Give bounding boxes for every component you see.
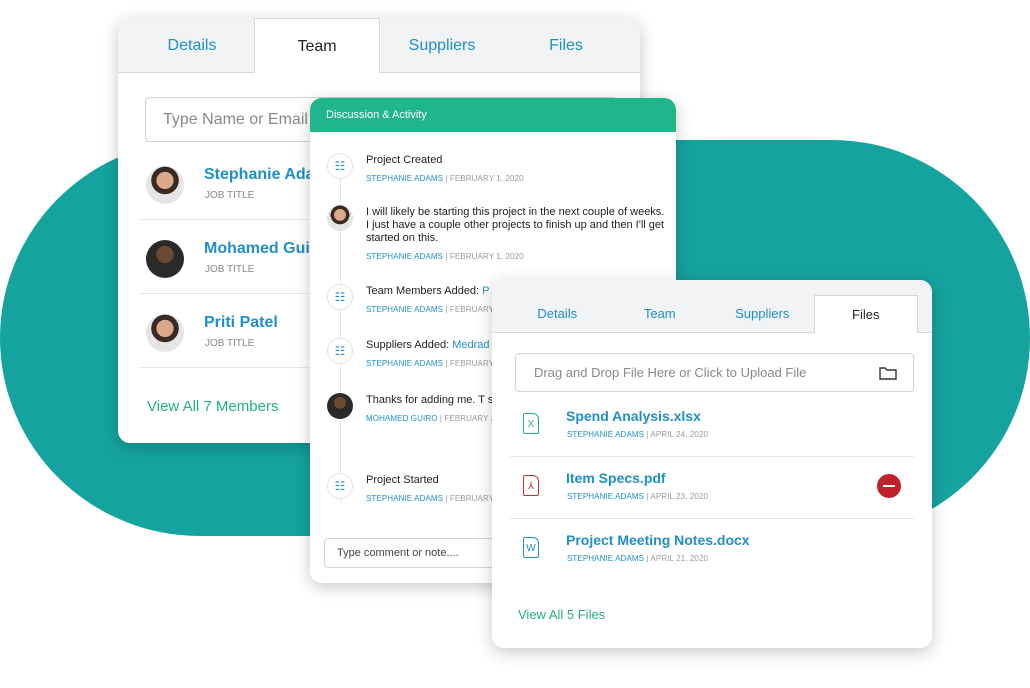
tab-files[interactable]: Files (813, 295, 918, 333)
tab-details[interactable]: Details (130, 18, 254, 72)
file-type-letter: X (527, 419, 535, 430)
meta-separator: | (443, 494, 450, 503)
file-date: APRIL 24, 2020 (650, 430, 709, 439)
activity-checklist-icon: ☷ (327, 284, 353, 310)
activity-author[interactable]: STEPHANIE ADAMS (366, 359, 443, 368)
meta-separator: | (443, 174, 450, 183)
member-job-title: JOB TITLE (205, 264, 255, 275)
member-avatar (146, 314, 184, 352)
discussion-header: Discussion & Activity (310, 98, 676, 132)
view-all-files-link[interactable]: View All 5 Files (518, 607, 605, 622)
meta-separator: | (443, 359, 450, 368)
file-uploader: STEPHANIE ADAMS (567, 554, 645, 563)
member-name[interactable]: Priti Patel (204, 314, 278, 332)
tab-suppliers[interactable]: Suppliers (380, 18, 504, 72)
activity-author[interactable]: STEPHANIE ADAMS (366, 174, 443, 183)
files-card: Details Team Suppliers Files Drag and Drop … (492, 280, 932, 648)
file-type-letter: W (526, 543, 536, 554)
activity-checklist-icon: ☷ (327, 338, 353, 364)
activity-text: Suppliers Added: (366, 339, 453, 351)
discussion-title: Discussion & Activity (326, 109, 427, 121)
activity-date: FEBRUARY 1, 2020 (449, 252, 524, 261)
divider (510, 456, 914, 457)
activity-author[interactable]: STEPHANIE ADAMS (366, 305, 443, 314)
file-name[interactable]: Item Specs.pdf (566, 470, 666, 486)
member-name[interactable]: Mohamed Guiro (204, 240, 326, 258)
file-type-letter: ⅄ (527, 481, 535, 492)
member-job-title: JOB TITLE (205, 338, 255, 349)
activity-item: Project Created STEPHANIE ADAMS | FEBRUAR… (366, 154, 666, 185)
activity-date: FEBRUARY 1, 2020 (449, 174, 524, 183)
meta-separator: | (443, 252, 450, 261)
upload-placeholder: Drag and Drop File Here or Click to Uplo… (534, 365, 807, 380)
file-meta: STEPHANIE ADAMS | APRIL 21, 2020 (567, 554, 708, 563)
activity-author[interactable]: MOHAMED GUIRO (366, 414, 438, 423)
file-upload-dropzone[interactable]: Drag and Drop File Here or Click to Uplo… (515, 353, 914, 392)
activity-text: Project Created (366, 154, 443, 166)
file-name[interactable]: Spend Analysis.xlsx (566, 408, 701, 424)
activity-text: Project Started (366, 474, 439, 486)
file-name[interactable]: Project Meeting Notes.docx (566, 532, 750, 548)
meta-separator: | (443, 305, 450, 314)
file-date: APRIL 23, 2020 (650, 492, 709, 501)
delete-file-button[interactable] (877, 474, 901, 498)
view-all-members-link[interactable]: View All 7 Members (147, 398, 278, 415)
comment-avatar (327, 205, 353, 231)
member-avatar (146, 240, 184, 278)
activity-meta: STEPHANIE ADAMS | FEBRUARY 1, 2020 (366, 172, 666, 185)
activity-author[interactable]: STEPHANIE ADAMS (366, 494, 443, 503)
file-uploader: STEPHANIE ADAMS (567, 430, 645, 439)
excel-file-icon: X (523, 413, 539, 434)
tab-files[interactable]: Files (504, 18, 628, 72)
comment-placeholder: Type comment or note.... (337, 547, 459, 559)
minus-icon (883, 485, 895, 487)
comment-avatar (327, 393, 353, 419)
tab-suppliers[interactable]: Suppliers (711, 295, 814, 332)
activity-text: I will likely be starting this project i… (366, 206, 665, 244)
tab-details[interactable]: Details (506, 295, 609, 332)
activity-checklist-icon: ☷ (327, 473, 353, 499)
folder-icon[interactable] (879, 366, 897, 380)
tab-team[interactable]: Team (609, 295, 712, 332)
pdf-file-icon: ⅄ (523, 475, 539, 496)
activity-checklist-icon: ☷ (327, 153, 353, 179)
file-meta: STEPHANIE ADAMS | APRIL 23, 2020 (567, 492, 708, 501)
activity-link[interactable]: Medrad (452, 339, 489, 351)
activity-text: Team Members Added: (366, 285, 483, 297)
activity-author[interactable]: STEPHANIE ADAMS (366, 252, 443, 261)
activity-link[interactable]: P (482, 285, 489, 297)
word-file-icon: W (523, 537, 539, 558)
divider (510, 518, 914, 519)
file-uploader: STEPHANIE ADAMS (567, 492, 645, 501)
activity-item: I will likely be starting this project i… (366, 206, 666, 263)
tab-team[interactable]: Team (254, 18, 380, 73)
member-job-title: JOB TITLE (205, 190, 255, 201)
member-avatar (146, 166, 184, 204)
activity-meta: STEPHANIE ADAMS | FEBRUARY 1, 2020 (366, 250, 666, 263)
file-date: APRIL 21, 2020 (650, 554, 709, 563)
file-meta: STEPHANIE ADAMS | APRIL 24, 2020 (567, 430, 708, 439)
